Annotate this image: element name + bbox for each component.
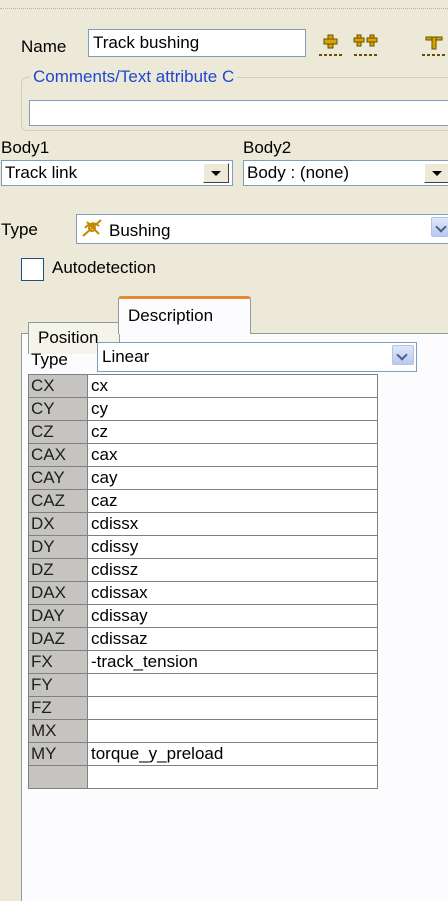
table-row: DAX cdissax [29, 582, 378, 605]
autodetection-label: Autodetection [52, 258, 156, 277]
row-header: CZ [29, 421, 88, 444]
name-label: Name [21, 37, 67, 56]
body2-select[interactable]: Body : (none) [243, 160, 448, 186]
value-cell[interactable]: caz [88, 490, 378, 513]
table-row: FX -track_tension [29, 651, 378, 674]
type-select[interactable]: Bushing [76, 214, 448, 244]
row-header: DAY [29, 605, 88, 628]
body1-label: Body1 [1, 138, 50, 157]
value-cell[interactable] [88, 720, 378, 743]
description-type-select[interactable]: Linear [97, 342, 417, 372]
table-row: MY torque_y_preload [29, 743, 378, 766]
autodetection-checkbox[interactable] [21, 258, 44, 281]
edit-marker-icon[interactable] [420, 33, 448, 59]
bushing-icon [81, 218, 103, 243]
body1-select[interactable]: Track link [1, 160, 233, 186]
name-input[interactable]: Track bushing [88, 29, 306, 57]
bushing-property-panel: Name Track bushing Comments/Text attribu… [0, 0, 448, 901]
row-header: DAX [29, 582, 88, 605]
table-row: CAZ caz [29, 490, 378, 513]
value-cell[interactable] [88, 674, 378, 697]
table-row: MX [29, 720, 378, 743]
row-header: CAZ [29, 490, 88, 513]
value-cell[interactable] [88, 697, 378, 720]
row-header: DY [29, 536, 88, 559]
top-divider [0, 0, 448, 9]
value-cell[interactable]: cdissx [88, 513, 378, 536]
table-row: FZ [29, 697, 378, 720]
value-cell[interactable]: cy [88, 398, 378, 421]
row-header: MY [29, 743, 88, 766]
table-row: DAY cdissay [29, 605, 378, 628]
comments-input[interactable] [29, 100, 448, 126]
value-cell[interactable]: torque_y_preload [88, 743, 378, 766]
tab-description[interactable]: Description [118, 296, 251, 334]
body2-label: Body2 [243, 138, 292, 157]
value-cell[interactable]: cdissz [88, 559, 378, 582]
table-row: DX cdissx [29, 513, 378, 536]
chevron-down-icon[interactable] [424, 163, 448, 183]
chevron-down-icon[interactable] [431, 217, 448, 237]
value-cell[interactable]: -track_tension [88, 651, 378, 674]
row-header: CAY [29, 467, 88, 490]
value-cell[interactable]: cx [88, 375, 378, 398]
type-label: Type [1, 220, 38, 239]
table-row: CY cy [29, 398, 378, 421]
table-row: CAY cay [29, 467, 378, 490]
row-header [29, 766, 88, 789]
chevron-down-icon[interactable] [392, 345, 414, 365]
table-row: FY [29, 674, 378, 697]
table-row: DAZ cdissaz [29, 628, 378, 651]
row-header: FY [29, 674, 88, 697]
add-double-marker-icon[interactable] [352, 33, 380, 59]
row-header: DAZ [29, 628, 88, 651]
chevron-down-icon[interactable] [203, 163, 229, 183]
row-header: FX [29, 651, 88, 674]
row-header: DZ [29, 559, 88, 582]
value-cell[interactable]: cdissy [88, 536, 378, 559]
description-type-value: Linear [102, 347, 150, 366]
description-type-label: Type [31, 350, 68, 369]
parameter-grid: CX cx CY cy CZ cz CAX cax CAY cay CAZ caz DX cdissx DY… [28, 374, 378, 789]
body2-value: Body : (none) [247, 163, 350, 182]
value-cell[interactable]: cdissax [88, 582, 378, 605]
table-row: CX cx [29, 375, 378, 398]
row-header: CX [29, 375, 88, 398]
row-header: CAX [29, 444, 88, 467]
value-cell[interactable]: cz [88, 421, 378, 444]
table-row: CZ cz [29, 421, 378, 444]
table-row [29, 766, 378, 789]
add-marker-icon[interactable] [317, 33, 345, 59]
row-header: DX [29, 513, 88, 536]
value-cell[interactable]: cdissaz [88, 628, 378, 651]
row-header: CY [29, 398, 88, 421]
value-cell[interactable]: cdissay [88, 605, 378, 628]
value-cell[interactable] [88, 766, 378, 789]
row-header: FZ [29, 697, 88, 720]
table-row: DY cdissy [29, 536, 378, 559]
row-header: MX [29, 720, 88, 743]
value-cell[interactable]: cay [88, 467, 378, 490]
body1-value: Track link [5, 163, 78, 182]
value-cell[interactable]: cax [88, 444, 378, 467]
type-value: Bushing [109, 221, 171, 240]
comments-legend: Comments/Text attribute C [30, 67, 238, 87]
table-row: DZ cdissz [29, 559, 378, 582]
table-row: CAX cax [29, 444, 378, 467]
